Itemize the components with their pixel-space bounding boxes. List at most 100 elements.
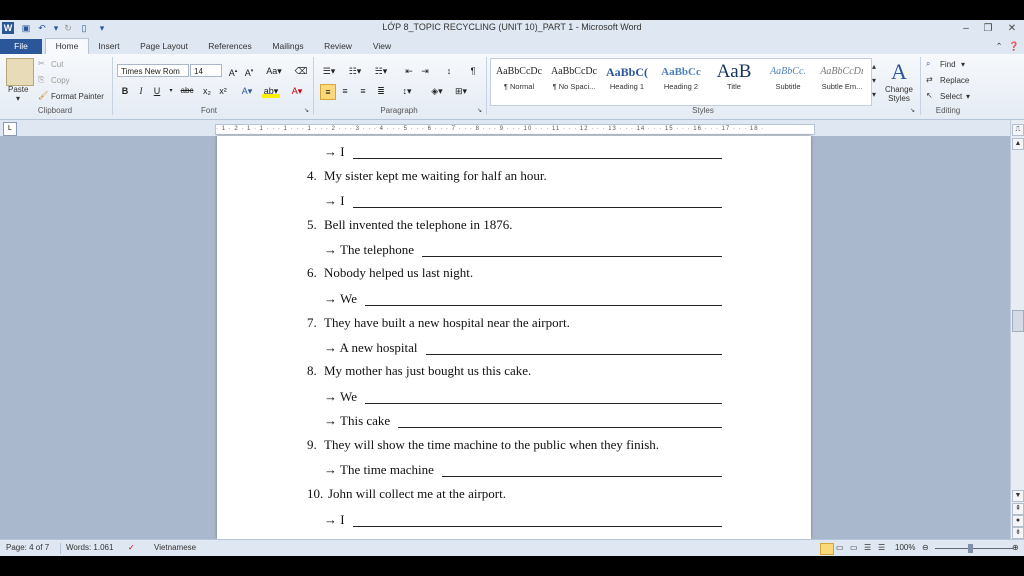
- full-screen-reading-icon[interactable]: ▭: [836, 543, 844, 552]
- tab-page-layout[interactable]: Page Layout: [134, 39, 194, 54]
- shading-icon[interactable]: ◈▾: [428, 84, 446, 98]
- zoom-slider[interactable]: [935, 548, 1013, 549]
- tab-file[interactable]: File: [0, 39, 42, 54]
- paragraph-dialog-launcher-icon[interactable]: ↘: [477, 107, 482, 114]
- change-case-icon[interactable]: Aa▾: [264, 64, 284, 78]
- restore-button[interactable]: ❐: [976, 21, 1000, 36]
- cut-button[interactable]: Cut: [51, 60, 63, 69]
- outline-icon[interactable]: ☰: [864, 543, 871, 552]
- answer-blank[interactable]: [353, 207, 722, 208]
- decrease-indent-icon[interactable]: ⇤: [402, 64, 416, 78]
- zoom-out-icon[interactable]: ⊖: [922, 543, 929, 552]
- answer-blank[interactable]: [398, 427, 722, 428]
- paste-dropdown-icon[interactable]: ▾: [16, 94, 20, 103]
- draft-icon[interactable]: ☰: [878, 543, 885, 552]
- clear-formatting-icon[interactable]: ⌫: [294, 64, 308, 78]
- browse-object-button[interactable]: ●: [1012, 515, 1024, 527]
- font-size-combo[interactable]: 14: [190, 64, 222, 77]
- minimize-button[interactable]: –: [954, 21, 978, 36]
- numbering-icon[interactable]: ☷▾: [346, 64, 364, 78]
- answer-blank[interactable]: [353, 158, 722, 159]
- italic-icon[interactable]: I: [134, 84, 148, 98]
- bullets-icon[interactable]: ☰▾: [320, 64, 338, 78]
- style-heading-2[interactable]: AaBbCc Heading 2: [653, 60, 709, 100]
- style-normal[interactable]: AaBbCcDc ¶ Normal: [491, 60, 547, 100]
- format-painter-button[interactable]: Format Painter: [51, 92, 104, 101]
- previous-page-button[interactable]: ⇞: [1012, 503, 1024, 515]
- strikethrough-icon[interactable]: abc: [178, 84, 196, 98]
- find-button[interactable]: Find: [940, 60, 956, 69]
- font-name-combo[interactable]: Times New Rom: [117, 64, 189, 77]
- change-styles-icon[interactable]: A: [886, 59, 912, 85]
- zoom-in-icon[interactable]: ⊕: [1012, 543, 1019, 552]
- style-subtle-emphasis[interactable]: AaBbCcDı Subtle Em...: [814, 60, 870, 100]
- subscript-icon[interactable]: x₂: [200, 84, 214, 98]
- underline-dropdown-icon[interactable]: ▾: [164, 84, 178, 98]
- borders-icon[interactable]: ⊞▾: [452, 84, 470, 98]
- increase-indent-icon[interactable]: ⇥: [418, 64, 432, 78]
- document-page[interactable]: → I 4. My sister kept me waiting for half …: [217, 136, 811, 539]
- style-no-spacing[interactable]: AaBbCcDc ¶ No Spaci...: [546, 60, 602, 100]
- align-right-icon[interactable]: ≡: [356, 84, 370, 98]
- styles-scroll-down-icon[interactable]: ▾: [872, 76, 876, 85]
- sort-icon[interactable]: ↕: [442, 64, 456, 78]
- select-dropdown-icon[interactable]: ▾: [966, 92, 970, 101]
- proofing-icon[interactable]: ✓: [128, 543, 135, 552]
- scroll-down-button[interactable]: ▼: [1012, 490, 1024, 502]
- print-layout-icon[interactable]: [820, 543, 834, 555]
- tab-home[interactable]: Home: [45, 38, 89, 54]
- answer-blank[interactable]: [353, 526, 722, 527]
- tab-selector-icon[interactable]: L: [3, 122, 17, 136]
- scroll-up-button[interactable]: ▲: [1012, 138, 1024, 150]
- superscript-icon[interactable]: x²: [216, 84, 230, 98]
- answer-blank[interactable]: [442, 476, 722, 477]
- align-center-icon[interactable]: ≡: [338, 84, 352, 98]
- highlight-icon[interactable]: ab▾: [262, 84, 280, 98]
- word-count[interactable]: Words: 1.061: [66, 543, 113, 552]
- style-title[interactable]: AaB Title: [706, 60, 762, 100]
- select-button[interactable]: Select: [940, 92, 962, 101]
- tab-references[interactable]: References: [202, 39, 258, 54]
- style-heading-1[interactable]: AaBbC( Heading 1: [599, 60, 655, 100]
- web-layout-icon[interactable]: ▭: [850, 543, 858, 552]
- minimize-ribbon-icon[interactable]: ⌃: [992, 39, 1006, 54]
- answer-blank[interactable]: [365, 305, 722, 306]
- underline-icon[interactable]: U: [150, 84, 164, 98]
- font-dialog-launcher-icon[interactable]: ↘: [304, 107, 309, 114]
- language-indicator[interactable]: Vietnamese: [154, 543, 196, 552]
- close-button[interactable]: ✕: [1000, 21, 1024, 36]
- zoom-level[interactable]: 100%: [895, 543, 915, 552]
- tab-insert[interactable]: Insert: [92, 39, 126, 54]
- next-page-button[interactable]: ⇟: [1012, 527, 1024, 539]
- page-indicator[interactable]: Page: 4 of 7: [6, 543, 49, 552]
- show-formatting-icon[interactable]: ¶: [466, 64, 480, 78]
- paste-button[interactable]: Paste: [8, 85, 28, 94]
- align-left-icon[interactable]: ≡: [320, 84, 336, 100]
- tab-view[interactable]: View: [366, 39, 398, 54]
- replace-button[interactable]: Replace: [940, 76, 969, 85]
- tab-mailings[interactable]: Mailings: [266, 39, 310, 54]
- scrollbar-thumb[interactable]: [1012, 310, 1024, 332]
- bold-icon[interactable]: B: [118, 84, 132, 98]
- ruler-toggle-icon[interactable]: ⎍: [1012, 124, 1024, 136]
- multilevel-list-icon[interactable]: ☵▾: [372, 64, 390, 78]
- help-icon[interactable]: ❓: [1006, 39, 1022, 54]
- shrink-font-icon[interactable]: A▾: [242, 64, 256, 78]
- answer-blank[interactable]: [365, 403, 722, 404]
- line-spacing-icon[interactable]: ↕▾: [398, 84, 416, 98]
- justify-icon[interactable]: ≣: [374, 84, 388, 98]
- zoom-slider-thumb[interactable]: [968, 544, 973, 553]
- style-subtitle[interactable]: AaBbCc. Subtitle: [760, 60, 816, 100]
- styles-dialog-launcher-icon[interactable]: ↘: [910, 107, 915, 114]
- text-effects-icon[interactable]: A▾: [238, 84, 256, 98]
- tab-review[interactable]: Review: [318, 39, 358, 54]
- answer-blank[interactable]: [422, 256, 722, 257]
- styles-scroll-up-icon[interactable]: ▴: [872, 62, 876, 71]
- change-styles-button[interactable]: Change Styles: [882, 85, 916, 103]
- find-dropdown-icon[interactable]: ▾: [961, 60, 965, 69]
- answer-blank[interactable]: [426, 354, 722, 355]
- styles-more-icon[interactable]: ▾: [872, 90, 876, 99]
- grow-font-icon[interactable]: A▴: [226, 64, 240, 78]
- horizontal-ruler[interactable]: · 1 · 2 · 1 · 1 · · · 1 · · · 1 · · · 2 …: [215, 124, 815, 135]
- copy-button[interactable]: Copy: [51, 76, 70, 85]
